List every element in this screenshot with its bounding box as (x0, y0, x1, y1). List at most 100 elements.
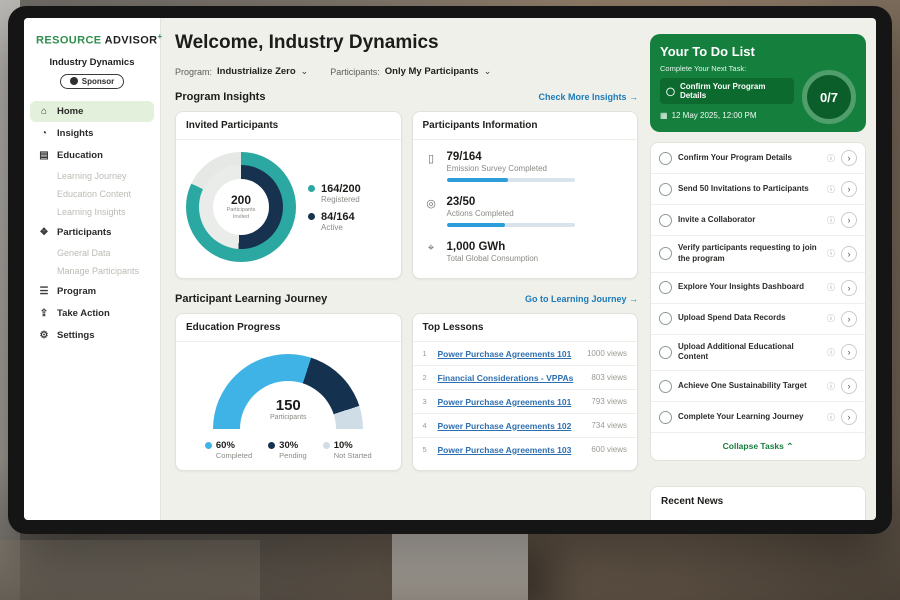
sidebar-item-take-action[interactable]: ⇪ Take Action (30, 303, 154, 324)
info-icon: ⓘ (827, 153, 835, 164)
due-date-text: 12 May 2025, 12:00 PM (672, 111, 757, 120)
task-row-upload-spend-data-records[interactable]: Upload Spend Data Records ⓘ › (651, 304, 865, 335)
sidebar-subitem-learning-insights[interactable]: Learning Insights (24, 203, 160, 221)
todo-header-card: Your To Do List Complete Your Next Task:… (650, 34, 866, 132)
sidebar-item-settings[interactable]: ⚙ Settings (30, 325, 154, 346)
invited-center-value: 200 (231, 193, 251, 207)
task-checkbox[interactable] (659, 183, 672, 196)
task-checkbox[interactable] (659, 380, 672, 393)
invited-card-title: Invited Participants (176, 112, 401, 140)
program-insights-cards: Invited Participants 200 Participants In… (175, 111, 638, 279)
todo-panel: Your To Do List Complete Your Next Task:… (646, 18, 876, 520)
task-row-invite-a-collaborator[interactable]: Invite a Collaborator ⓘ › (651, 205, 865, 236)
task-label: Invite a Collaborator (678, 215, 821, 226)
todo-tasks-card: Confirm Your Program Details ⓘ › Send 50… (650, 142, 866, 461)
chevron-right-icon[interactable]: › (841, 280, 857, 296)
org-name: Industry Dynamics (24, 57, 160, 68)
recent-news-card: Recent News (650, 486, 866, 520)
collapse-tasks-link[interactable]: Collapse Tasks ⌃ (651, 433, 865, 460)
chevron-right-icon[interactable]: › (841, 344, 857, 360)
lesson-link[interactable]: Power Purchase Agreements 103 (438, 445, 585, 455)
legend-dot-icon (308, 213, 315, 220)
sidebar-subitem-general-data[interactable]: General Data (24, 244, 160, 262)
sidebar-item-label: Home (57, 106, 83, 117)
chevron-right-icon[interactable]: › (841, 150, 857, 166)
task-checkbox[interactable] (659, 312, 672, 325)
lesson-rank: 3 (423, 397, 431, 406)
task-checkbox[interactable] (659, 214, 672, 227)
legend-label: Completed (216, 451, 252, 460)
home-icon: ⌂ (38, 106, 50, 117)
legend-dot-icon (268, 442, 275, 449)
invited-legend-item: 84/164 Active (308, 211, 361, 232)
logo-primary: RESOURCE (36, 35, 102, 47)
participants-filter[interactable]: Participants: Only My Participants ⌄ (330, 66, 491, 77)
task-checkbox[interactable] (659, 346, 672, 359)
task-label: Complete Your Learning Journey (678, 412, 821, 423)
task-checkbox[interactable] (659, 247, 672, 260)
program-insights-header: Program Insights Check More Insights → (175, 91, 638, 103)
participants-info-title: Participants Information (413, 112, 638, 140)
invited-legend: 164/200 Registered 84/164 Active (308, 176, 361, 239)
program-filter[interactable]: Program: Industrialize Zero ⌄ (175, 66, 308, 77)
sidebar-item-program[interactable]: ☰ Program (30, 281, 154, 302)
sidebar-item-home[interactable]: ⌂ Home (30, 101, 154, 122)
logo-secondary: ADVISOR (105, 35, 158, 47)
task-row-achieve-one-sustainability-target[interactable]: Achieve One Sustainability Target ⓘ › (651, 371, 865, 402)
settings-icon: ⚙ (38, 330, 50, 341)
task-row-complete-your-learning-journey[interactable]: Complete Your Learning Journey ⓘ › (651, 402, 865, 433)
main-content: Welcome, Industry Dynamics Program: Indu… (161, 18, 646, 520)
sidebar-item-insights[interactable]: ◔ Insights (30, 123, 154, 144)
lesson-views: 803 views (591, 373, 627, 382)
survey-icon: ▯ (425, 152, 438, 182)
page-title: Welcome, Industry Dynamics (175, 32, 638, 54)
task-row-upload-additional-educational-content[interactable]: Upload Additional Educational Content ⓘ … (651, 335, 865, 372)
chevron-right-icon[interactable]: › (841, 212, 857, 228)
sidebar-subitem-learning-journey[interactable]: Learning Journey (24, 167, 160, 185)
education-card-title: Education Progress (176, 314, 401, 342)
sidebar-item-education[interactable]: ▤ Education (30, 145, 154, 166)
lesson-link[interactable]: Power Purchase Agreements 101 (438, 397, 585, 407)
info-icon: ⓘ (827, 313, 835, 324)
sidebar-subitem-education-content[interactable]: Education Content (24, 185, 160, 203)
task-checkbox[interactable] (659, 281, 672, 294)
go-to-learning-journey-link[interactable]: Go to Learning Journey → (525, 294, 638, 304)
legend-value: 30% (279, 440, 298, 451)
participants-filter-value: Only My Participants (385, 66, 479, 77)
education-card-body: 150 Participants 60% Completed 30% Pendi… (176, 342, 401, 470)
stat-label: Total Global Consumption (447, 254, 539, 263)
next-task-pill[interactable]: ◯ Confirm Your Program Details (660, 78, 794, 104)
task-row-explore-your-insights-dashboard[interactable]: Explore Your Insights Dashboard ⓘ › (651, 273, 865, 304)
lesson-row: 3 Power Purchase Agreements 101 793 view… (413, 390, 638, 414)
chevron-right-icon[interactable]: › (841, 378, 857, 394)
task-list: Confirm Your Program Details ⓘ › Send 50… (651, 143, 865, 433)
sidebar: RESOURCE ADVISOR+ Industry Dynamics Spon… (24, 18, 161, 520)
task-checkbox[interactable] (659, 411, 672, 424)
participants-stats: ▯ 79/164 Emission Survey Completed ◎ 23/… (413, 140, 638, 278)
stat-progress-bar (447, 178, 575, 182)
legend-dot-icon (323, 442, 330, 449)
lesson-link[interactable]: Power Purchase Agreements 102 (438, 421, 585, 431)
invited-center-label: Participants Invited (219, 207, 263, 221)
chevron-right-icon[interactable]: › (841, 311, 857, 327)
monitor-stand (392, 534, 528, 600)
stat-row-actions-completed: ◎ 23/50 Actions Completed (425, 189, 626, 234)
task-row-verify-participants-requesting-to-join-the-program[interactable]: Verify participants requesting to join t… (651, 236, 865, 273)
check-more-insights-link[interactable]: Check More Insights → (538, 92, 638, 102)
task-label: Upload Spend Data Records (678, 313, 821, 324)
sidebar-subitem-manage-participants[interactable]: Manage Participants (24, 262, 160, 280)
participants-info-card: Participants Information ▯ 79/164 Emissi… (412, 111, 639, 279)
participants-filter-label: Participants: (330, 67, 380, 77)
chevron-right-icon[interactable]: › (841, 246, 857, 262)
task-checkbox[interactable] (659, 152, 672, 165)
chevron-right-icon[interactable]: › (841, 409, 857, 425)
lesson-link[interactable]: Power Purchase Agreements 101 (438, 349, 580, 359)
task-row-confirm-your-program-details[interactable]: Confirm Your Program Details ⓘ › (651, 143, 865, 174)
lesson-views: 734 views (591, 421, 627, 430)
sidebar-item-participants[interactable]: ❖ Participants (30, 222, 154, 243)
lesson-link[interactable]: Financial Considerations - VPPAs (438, 373, 585, 383)
education-legend-item: 60% Completed (205, 440, 252, 460)
task-row-send-50-invitations-to-participants[interactable]: Send 50 Invitations to Participants ⓘ › (651, 174, 865, 205)
learning-journey-header: Participant Learning Journey Go to Learn… (175, 293, 638, 305)
chevron-right-icon[interactable]: › (841, 181, 857, 197)
